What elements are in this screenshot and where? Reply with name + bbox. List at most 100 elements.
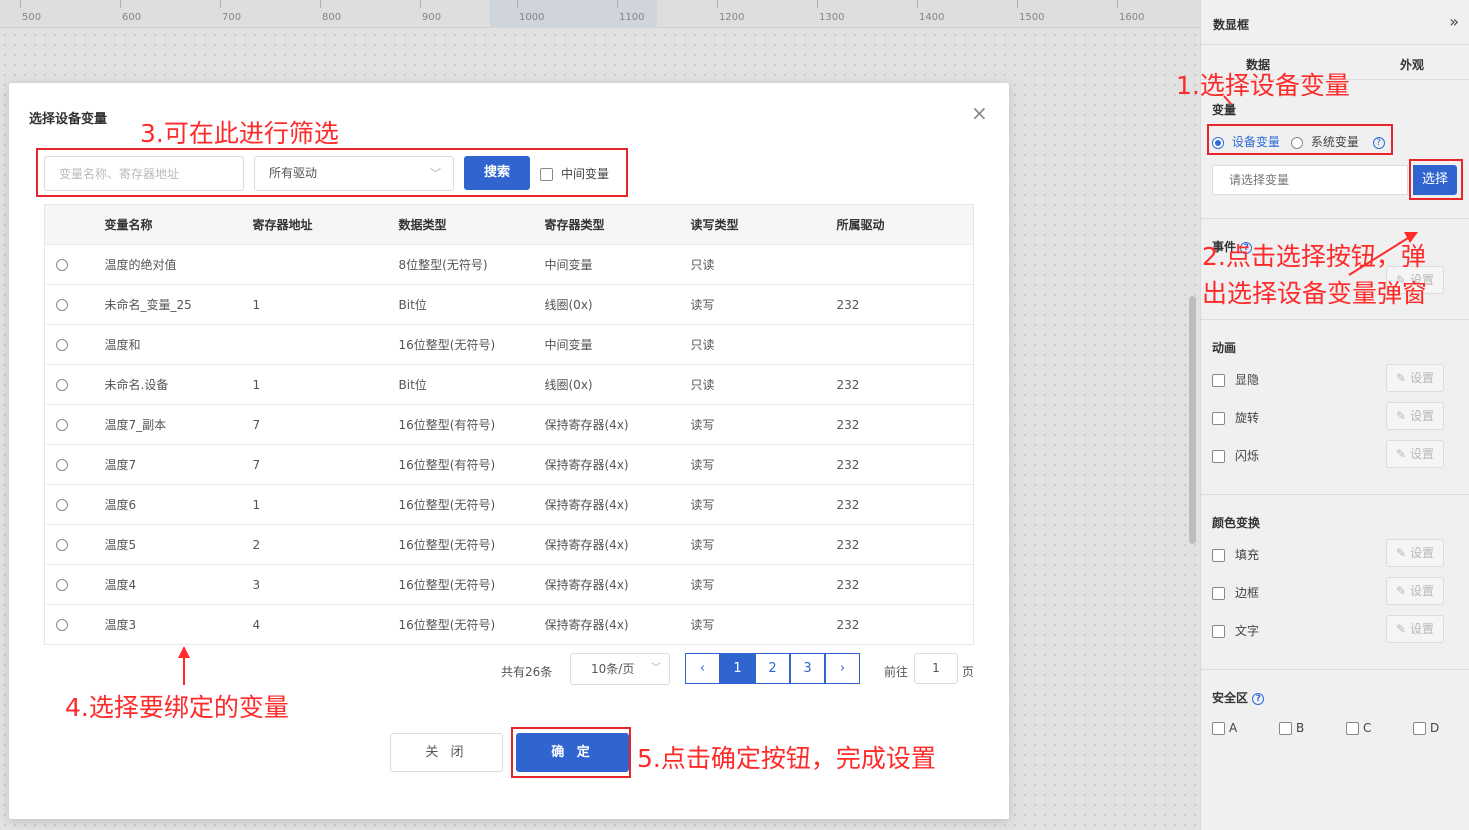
color-set-button[interactable]: ✎ 设置 [1386, 577, 1444, 605]
animation-blink-row[interactable]: 闪烁 [1212, 447, 1259, 464]
cell-name: 温度5 [104, 524, 253, 565]
row-radio-icon[interactable] [56, 499, 68, 511]
cell-driver: 232 [836, 364, 974, 405]
close-button[interactable]: 关 闭 [390, 733, 503, 772]
page-3-button[interactable]: 3 [790, 653, 825, 684]
safe-b[interactable]: B [1279, 721, 1304, 735]
animation-section-label: 动画 [1212, 341, 1237, 355]
table-row[interactable]: 温度5 2 16位整型(无符号) 保持寄存器(4x) 读写 232 [44, 524, 974, 565]
variable-input[interactable] [1212, 165, 1408, 195]
edit-icon: ✎ [1396, 371, 1407, 385]
table-row[interactable]: 温度7 7 16位整型(有符号) 保持寄存器(4x) 读写 232 [44, 444, 974, 485]
checkbox-icon[interactable] [1346, 722, 1359, 735]
table-row[interactable]: 温度和 16位整型(无符号) 中间变量 只读 [44, 324, 974, 365]
checkbox-icon[interactable] [1212, 625, 1225, 638]
chevron-down-icon: ﹀ [651, 663, 661, 674]
cell-dtype: 16位整型(无符号) [398, 564, 545, 605]
row-radio-icon[interactable] [56, 619, 68, 631]
goto-page-input[interactable]: 1 [914, 653, 958, 684]
page-2-button[interactable]: 2 [755, 653, 790, 684]
prev-page-button[interactable]: ‹ [685, 653, 720, 684]
scrollbar[interactable] [1189, 296, 1196, 544]
table-row[interactable]: 温度3 4 16位整型(无符号) 保持寄存器(4x) 读写 232 [44, 604, 974, 645]
cell-rtype: 保持寄存器(4x) [544, 524, 691, 565]
animation-visibility-row[interactable]: 显隐 [1212, 371, 1259, 388]
color-fill-row[interactable]: 填充 [1212, 546, 1259, 563]
safe-c[interactable]: C [1346, 721, 1371, 735]
cell-rw: 只读 [690, 244, 837, 285]
close-icon[interactable]: × [971, 101, 988, 125]
color-set-button[interactable]: ✎ 设置 [1386, 615, 1444, 643]
row-radio-icon[interactable] [56, 339, 68, 351]
checkbox-icon[interactable] [1212, 549, 1225, 562]
animation-set-button[interactable]: ✎ 设置 [1386, 440, 1444, 468]
table-row[interactable]: 温度6 1 16位整型(无符号) 保持寄存器(4x) 读写 232 [44, 484, 974, 525]
row-radio-icon[interactable] [56, 459, 68, 471]
checkbox-icon[interactable] [1279, 722, 1292, 735]
animation-rotate-row[interactable]: 旋转 [1212, 409, 1259, 426]
annotation-step3: 3.可在此进行筛选 [140, 119, 339, 148]
col-rtype: 寄存器类型 [544, 204, 691, 245]
panel-title: 数显框 [1213, 18, 1250, 32]
cell-name: 温度4 [104, 564, 253, 605]
checkbox-icon[interactable] [1212, 587, 1225, 600]
safe-a[interactable]: A [1212, 721, 1237, 735]
checkbox-icon[interactable] [1212, 412, 1225, 425]
row-radio-icon[interactable] [56, 299, 68, 311]
divider [1200, 319, 1469, 320]
animation-set-button[interactable]: ✎ 设置 [1386, 364, 1444, 392]
cell-rtype: 保持寄存器(4x) [544, 484, 691, 525]
table-row[interactable]: 温度7_副本 7 16位整型(有符号) 保持寄存器(4x) 读写 232 [44, 404, 974, 445]
animation-set-button[interactable]: ✎ 设置 [1386, 402, 1444, 430]
row-radio-icon[interactable] [56, 379, 68, 391]
table-row[interactable]: 温度4 3 16位整型(无符号) 保持寄存器(4x) 读写 232 [44, 564, 974, 605]
cell-addr: 7 [252, 404, 399, 445]
help-icon[interactable]: ? [1252, 692, 1265, 705]
color-border-row[interactable]: 边框 [1212, 584, 1259, 601]
cell-name: 温度的绝对值 [104, 244, 253, 285]
cell-name: 温度7_副本 [104, 404, 253, 445]
cell-driver [836, 244, 974, 285]
row-radio-icon[interactable] [56, 259, 68, 271]
cell-driver: 232 [836, 604, 974, 645]
row-radio-icon[interactable] [56, 539, 68, 551]
cell-addr: 7 [252, 444, 399, 485]
cell-dtype: 16位整型(无符号) [398, 484, 545, 525]
cell-driver: 232 [836, 444, 974, 485]
cell-dtype: 16位整型(有符号) [398, 404, 545, 445]
checkbox-icon[interactable] [1212, 722, 1225, 735]
col-name: 变量名称 [104, 204, 253, 245]
checkbox-icon[interactable] [1212, 374, 1225, 387]
divider [1200, 218, 1469, 219]
cell-rw: 读写 [690, 484, 837, 525]
cell-rtype: 保持寄存器(4x) [544, 564, 691, 605]
page-1-button[interactable]: 1 [720, 653, 755, 684]
col-rw: 读写类型 [690, 204, 837, 245]
color-label: 边框 [1235, 586, 1260, 600]
collapse-icon[interactable]: » [1449, 12, 1459, 31]
next-page-button[interactable]: › [825, 653, 860, 684]
page-size-select[interactable]: 10条/页 ﹀ [570, 653, 670, 685]
edit-icon: ✎ [1396, 546, 1407, 560]
color-text-row[interactable]: 文字 [1212, 622, 1259, 639]
color-label: 文字 [1235, 624, 1260, 638]
cell-driver: 232 [836, 524, 974, 565]
cell-dtype: 16位整型(无符号) [398, 524, 545, 565]
cell-rtype: 中间变量 [544, 324, 691, 365]
tab-appearance[interactable]: 外观 [1400, 56, 1424, 73]
cell-addr: 4 [252, 604, 399, 645]
table-row[interactable]: 温度的绝对值 8位整型(无符号) 中间变量 只读 [44, 244, 974, 285]
checkbox-icon[interactable] [1413, 722, 1426, 735]
checkbox-icon[interactable] [1212, 450, 1225, 463]
row-radio-icon[interactable] [56, 419, 68, 431]
cell-addr [252, 244, 399, 285]
cell-addr: 1 [252, 484, 399, 525]
cell-rtype: 保持寄存器(4x) [544, 444, 691, 485]
row-radio-icon[interactable] [56, 579, 68, 591]
safe-d[interactable]: D [1413, 721, 1439, 735]
table-row[interactable]: 未命名_变量_25 1 Bit位 线圈(0x) 读写 232 [44, 284, 974, 325]
color-set-button[interactable]: ✎ 设置 [1386, 539, 1444, 567]
cell-rtype: 线圈(0x) [544, 284, 691, 325]
cell-rw: 读写 [690, 564, 837, 605]
table-row[interactable]: 未命名.设备 1 Bit位 线圈(0x) 只读 232 [44, 364, 974, 405]
